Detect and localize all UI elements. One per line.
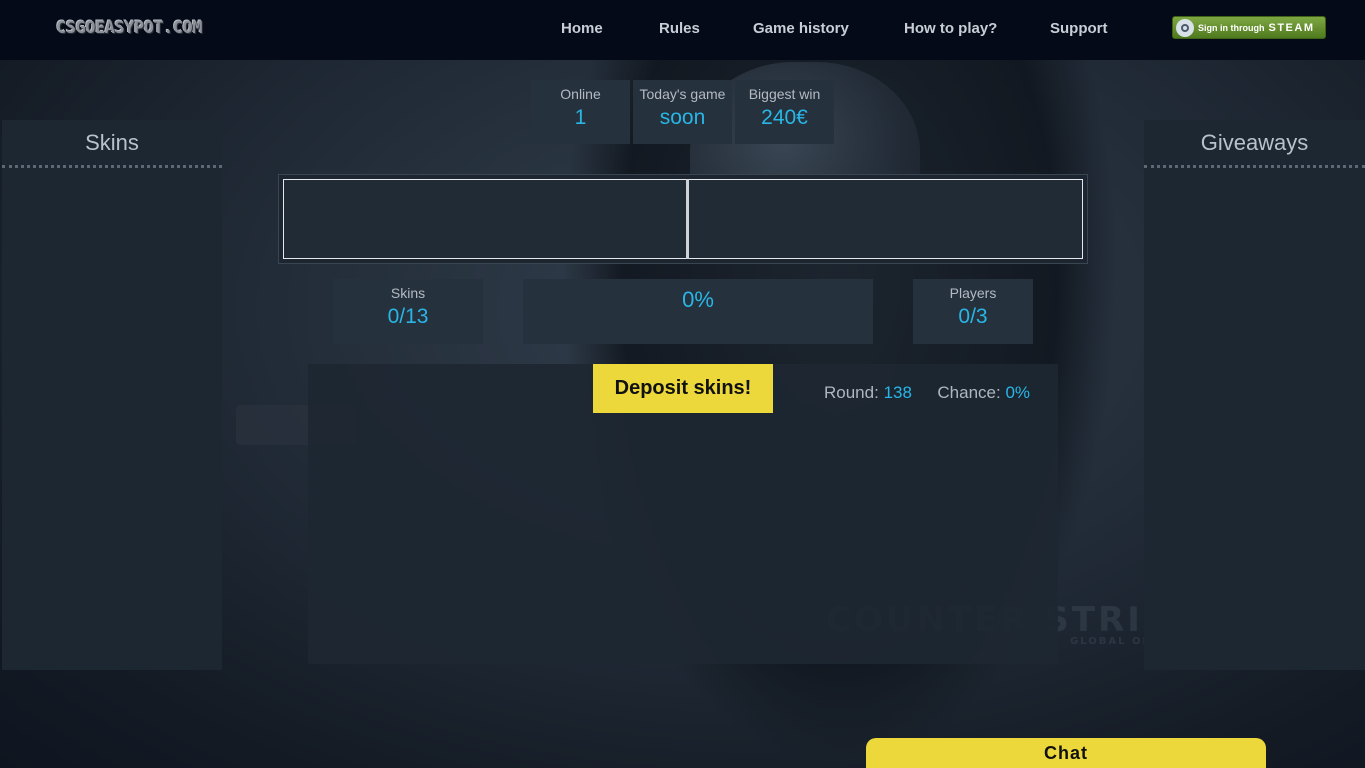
online-value: 1 [574,106,587,129]
chat-toggle-button[interactable]: Chat [866,738,1266,768]
biggest-win-label: Biggest win [748,86,821,102]
giveaways-panel-title: Giveaways [1144,120,1365,168]
nav-home[interactable]: Home [561,20,603,37]
chance-label: Chance: [937,383,1001,402]
todays-game-label: Today's game [639,86,726,102]
players-count-stat: Players 0/3 [913,279,1033,344]
skins-count-value: 0/13 [387,305,429,328]
giveaways-panel: Giveaways [1144,120,1365,670]
steam-brand-text: STEAM [1268,21,1315,34]
biggest-win-stat: Biggest win 240€ [735,80,834,144]
players-count-value: 0/3 [958,305,988,328]
nav-how-to-play[interactable]: How to play? [904,20,997,37]
biggest-win-value: 240€ [761,106,808,129]
steam-sign-in-text: Sign in through [1198,22,1265,33]
steam-icon [1176,18,1194,37]
nav-rules[interactable]: Rules [659,20,700,37]
round-info: Round: 138 Chance: 0% [824,383,1030,403]
skins-panel-title: Skins [2,120,222,168]
round-value: 138 [883,383,912,402]
online-label: Online [560,86,601,102]
deposit-skins-button[interactable]: Deposit skins! [593,364,773,413]
pot-percent-stat: 0% [523,279,873,344]
progress-center-marker [686,179,689,259]
online-stat: Online 1 [531,80,630,144]
skins-count-stat: Skins 0/13 [333,279,483,344]
site-logo[interactable]: CSGOEASYPOT.COM [56,18,203,38]
skins-count-label: Skins [390,285,426,301]
jackpot-progress-frame [278,174,1088,264]
todays-game-stat: Today's game soon [633,80,732,144]
todays-game-value: soon [659,106,706,129]
nav-support[interactable]: Support [1050,20,1108,37]
nav-game-history[interactable]: Game history [753,20,849,37]
top-header: CSGOEASYPOT.COM Home Rules Game history … [0,0,1365,60]
chance-value: 0% [1005,383,1031,402]
round-label: Round: [824,383,879,402]
steam-sign-in-button[interactable]: Sign in through STEAM [1172,16,1326,39]
pot-percent-value: 0% [682,287,714,312]
players-count-label: Players [949,285,997,301]
jackpot-progress-track [283,179,1083,259]
skins-panel: Skins [2,120,222,670]
